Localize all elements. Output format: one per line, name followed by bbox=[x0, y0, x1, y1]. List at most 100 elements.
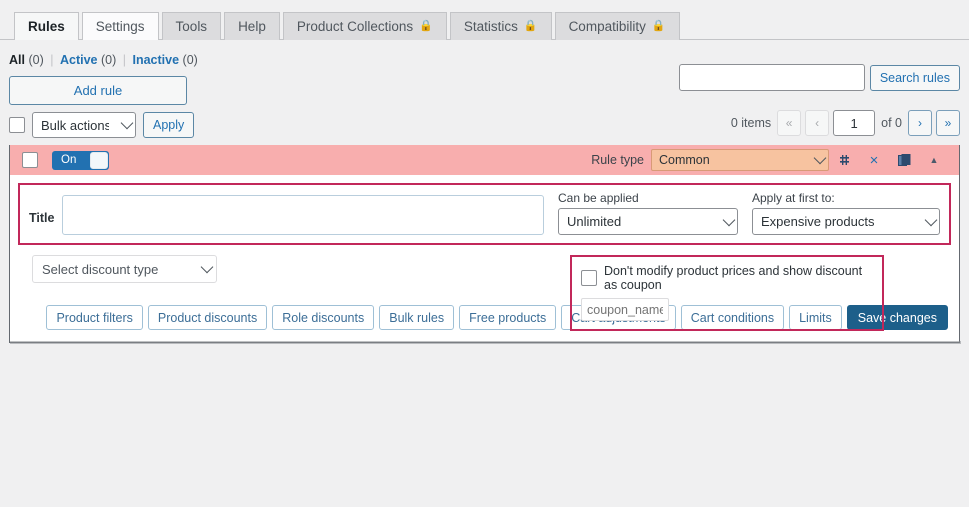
toggle-knob bbox=[90, 151, 108, 169]
filter-count-all: (0) bbox=[28, 53, 44, 67]
tab-compatibility[interactable]: Compatibility 🔒 bbox=[554, 12, 680, 40]
lock-icon: 🔒 bbox=[419, 20, 433, 32]
bulk-actions-select-wrap: Bulk actions bbox=[32, 112, 136, 138]
role-discounts-button[interactable]: Role discounts bbox=[272, 305, 375, 330]
bulk-actions-select[interactable]: Bulk actions bbox=[32, 112, 136, 138]
search-button-label: Search rules bbox=[879, 70, 950, 85]
collapse-glyph: ▲ bbox=[929, 155, 939, 165]
rule-card: On Rule type Common × ▲ Title Can be app… bbox=[9, 145, 960, 343]
rule-enable-toggle[interactable]: On bbox=[52, 150, 109, 170]
rule-type-select[interactable]: Common bbox=[651, 149, 829, 171]
status-filter-links: All (0) | Active (0) | Inactive (0) bbox=[9, 53, 198, 67]
card-bottom-shadow bbox=[10, 341, 961, 344]
next-page-icon: › bbox=[918, 116, 922, 130]
current-page-input[interactable] bbox=[833, 110, 876, 136]
filter-link-inactive[interactable]: Inactive bbox=[132, 53, 179, 67]
product-discounts-button[interactable]: Product discounts bbox=[147, 305, 268, 330]
select-all-checkbox[interactable] bbox=[9, 117, 25, 133]
can-be-applied-field: Can be applied Unlimited bbox=[558, 191, 738, 235]
filter-separator: | bbox=[50, 53, 54, 67]
main-tabbar: Rules Settings Tools Help Product Collec… bbox=[0, 0, 969, 40]
apply-button[interactable]: Apply bbox=[143, 112, 195, 138]
filter-count-inactive: (0) bbox=[182, 53, 198, 67]
rule-card-header: On Rule type Common × ▲ bbox=[10, 145, 959, 175]
button-label: Bulk rules bbox=[389, 310, 445, 325]
filter-label: All bbox=[9, 53, 25, 67]
product-filters-button[interactable]: Product filters bbox=[46, 305, 143, 330]
tab-label: Statistics bbox=[463, 19, 518, 34]
free-products-button[interactable]: Free products bbox=[459, 305, 557, 330]
duplicate-glyph bbox=[897, 153, 910, 166]
tab-label: Settings bbox=[95, 19, 145, 34]
coupon-mode-checkbox[interactable] bbox=[581, 270, 597, 286]
tab-tools[interactable]: Tools bbox=[161, 12, 222, 40]
filter-link-active[interactable]: Active bbox=[60, 53, 98, 67]
lock-icon: 🔒 bbox=[651, 20, 666, 32]
tab-label: Product Collections bbox=[296, 19, 414, 34]
collapse-chevron-icon[interactable]: ▲ bbox=[919, 145, 949, 175]
apply-at-first-to-select-wrap: Expensive products bbox=[752, 208, 940, 235]
coupon-mode-label: Don't modify product prices and show dis… bbox=[604, 264, 863, 292]
coupon-option-box: Don't modify product prices and show dis… bbox=[570, 255, 884, 331]
can-be-applied-select-wrap: Unlimited bbox=[558, 208, 738, 235]
filter-label: Active bbox=[59, 53, 98, 67]
title-label: Title bbox=[29, 211, 55, 225]
tab-label: Tools bbox=[175, 19, 208, 34]
lock-icon: 🔒 bbox=[523, 20, 538, 32]
tab-rules[interactable]: Rules bbox=[14, 12, 79, 40]
rule-type-label: Rule type bbox=[591, 153, 644, 167]
coupon-name-input[interactable] bbox=[581, 298, 669, 321]
close-glyph: × bbox=[869, 151, 879, 169]
add-rule-button[interactable]: Add rule bbox=[9, 76, 187, 105]
drag-handle-glyph bbox=[839, 154, 849, 165]
filter-count-active: (0) bbox=[100, 53, 117, 67]
tab-product-collections[interactable]: Product Collections 🔒 bbox=[282, 12, 447, 40]
prev-page-icon: ‹ bbox=[815, 116, 820, 130]
can-be-applied-caption: Can be applied bbox=[558, 191, 639, 205]
prev-page-button: ‹ bbox=[805, 110, 830, 136]
search-input[interactable] bbox=[678, 64, 865, 91]
tab-label: Compatibility bbox=[568, 19, 646, 34]
apply-at-first-to-select[interactable]: Expensive products bbox=[752, 208, 940, 235]
title-block: Title Can be applied Unlimited Apply at … bbox=[18, 183, 951, 245]
bulk-rules-button[interactable]: Bulk rules bbox=[379, 305, 455, 330]
search-rules-button[interactable]: Search rules bbox=[869, 64, 960, 91]
drag-handle-icon[interactable] bbox=[829, 145, 859, 175]
rule-select-checkbox[interactable] bbox=[22, 152, 38, 168]
tab-help[interactable]: Help bbox=[224, 12, 280, 40]
apply-at-first-to-caption: Apply at first to: bbox=[752, 191, 835, 205]
rule-header-controls: Rule type Common × ▲ bbox=[591, 145, 949, 175]
discount-type-select[interactable]: Select discount type bbox=[32, 255, 217, 283]
coupon-checkbox-line: Don't modify product prices and show dis… bbox=[581, 264, 873, 292]
discount-type-select-wrap: Select discount type bbox=[18, 255, 217, 283]
add-rule-label: Add rule bbox=[73, 83, 123, 98]
discount-row: Select discount type Don't modify produc… bbox=[18, 255, 951, 331]
bulk-actions-row: Bulk actions Apply bbox=[9, 112, 195, 138]
tab-statistics[interactable]: Statistics 🔒 bbox=[449, 12, 552, 40]
apply-at-first-to-field: Apply at first to: Expensive products bbox=[752, 191, 940, 235]
pagination: 0 items « ‹ of 0 › » bbox=[729, 110, 960, 136]
button-label: Role discounts bbox=[282, 310, 365, 325]
first-page-button: « bbox=[777, 110, 802, 136]
first-page-icon: « bbox=[785, 116, 793, 130]
plugin-admin-page: Rules Settings Tools Help Product Collec… bbox=[0, 0, 969, 507]
next-page-button[interactable]: › bbox=[908, 110, 932, 136]
tab-settings[interactable]: Settings bbox=[81, 12, 159, 40]
filter-link-all[interactable]: All bbox=[9, 53, 25, 67]
last-page-icon: » bbox=[944, 116, 952, 130]
last-page-button[interactable]: » bbox=[936, 110, 960, 136]
apply-label: Apply bbox=[153, 118, 185, 132]
title-input[interactable] bbox=[62, 195, 544, 235]
can-be-applied-select[interactable]: Unlimited bbox=[558, 208, 738, 235]
filter-separator: | bbox=[122, 53, 126, 67]
duplicate-icon[interactable] bbox=[889, 145, 919, 175]
tab-label: Help bbox=[238, 19, 266, 34]
rule-type-select-wrap: Common bbox=[651, 149, 829, 171]
toggle-label: On bbox=[61, 154, 77, 166]
button-label: Product discounts bbox=[157, 310, 258, 325]
filter-label: Inactive bbox=[132, 53, 180, 67]
close-icon[interactable]: × bbox=[859, 145, 889, 175]
total-pages-text: of 0 bbox=[881, 116, 902, 130]
tab-label: Rules bbox=[28, 19, 65, 34]
button-label: Free products bbox=[469, 310, 547, 325]
